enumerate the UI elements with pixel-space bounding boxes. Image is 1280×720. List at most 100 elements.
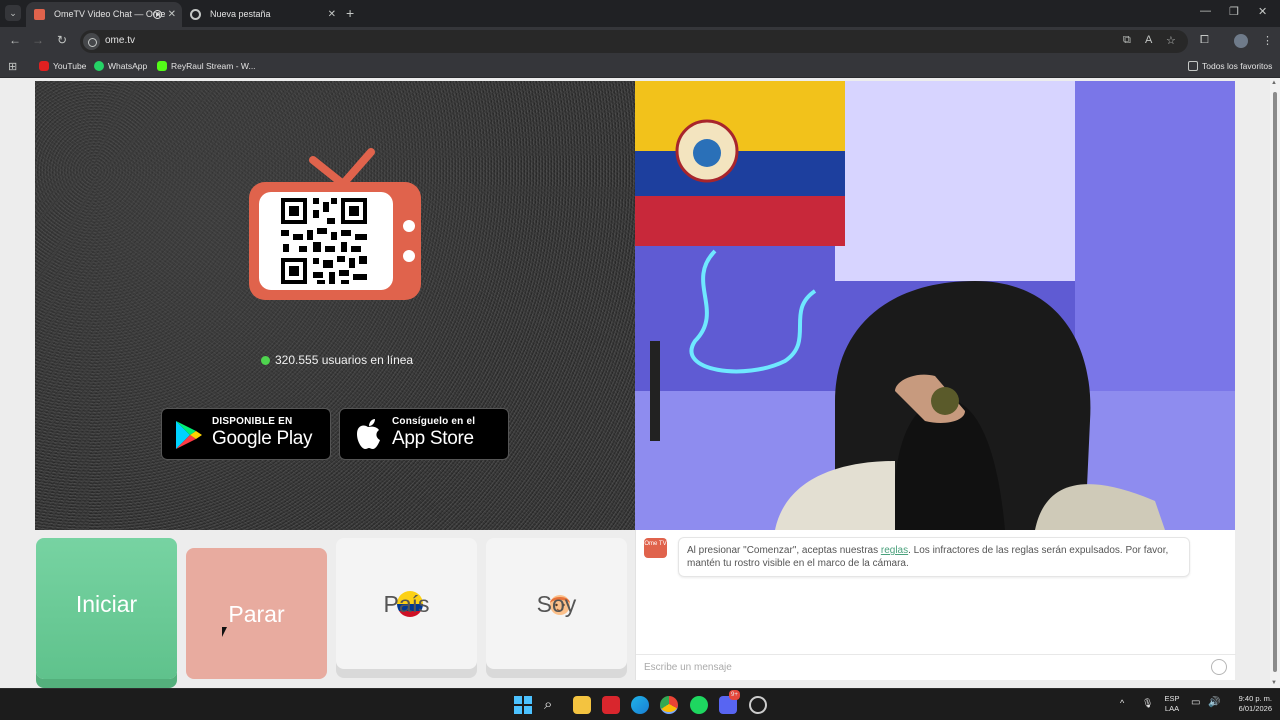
tab-search-button[interactable]: ⌄ [5,5,21,21]
tab-ometv[interactable]: OmeTV Video Chat — Ome ✕ [26,2,182,27]
clock-time: 9:40 p. m. [1238,694,1272,703]
tab-title: OmeTV Video Chat — Ome [54,9,166,19]
show-hidden-icons-icon[interactable]: ^ [1120,698,1124,708]
file-explorer-icon[interactable] [573,696,591,714]
language-indicator[interactable]: ESP LAA [1162,694,1182,714]
bookmark-youtube[interactable]: YouTube [39,61,86,71]
message-text-start: Al presionar "Comenzar", aceptas nuestra… [687,545,881,556]
country-button-content: País [336,591,477,618]
address-bar[interactable]: ome.tv [80,30,1188,53]
volume-icon[interactable]: 🔊 [1208,698,1220,708]
spotify-icon[interactable] [690,696,708,714]
country-label: País [383,591,430,617]
new-tab-button[interactable]: + [346,5,354,21]
bookmark-star-icon[interactable]: ☆ [1166,34,1176,47]
browser-toolbar: ← → ↻ ome.tv ⧉ A ☆ ⧠ ⋮ [0,27,1280,56]
camera-feed-image [635,81,1235,530]
page-content: 320.555 usuarios en línea DISPONIBLE EN … [0,78,1280,688]
message-placeholder: Escribe un mensaje [644,662,732,673]
scrollbar-thumb[interactable] [1273,92,1277,672]
google-play-small-text: DISPONIBLE EN [212,416,293,427]
scroll-down-icon[interactable]: ▼ [1271,680,1277,686]
close-tab-icon[interactable]: ✕ [168,2,176,27]
reload-icon[interactable]: ↻ [54,33,70,47]
ometv-favicon-icon [34,9,45,20]
mouse-cursor-icon [222,627,227,637]
install-app-icon[interactable]: ⧉ [1123,34,1131,47]
search-icon[interactable]: ⌕ [544,696,562,714]
chrome-favicon-icon [190,9,201,20]
bookmarks-bar: ⊞ YouTube WhatsApp ReyRaul Stream - W...… [0,56,1280,78]
bookmark-whatsapp[interactable]: WhatsApp [94,61,147,71]
country-button[interactable]: País [336,538,477,669]
online-users-count: 320.555 usuarios en línea [261,353,413,367]
whatsapp-icon [94,61,104,71]
chat-panel: Ome TV Al presionar "Comenzar", aceptas … [635,530,1236,680]
gender-button[interactable]: Soy [486,538,627,669]
tab-strip: ⌄ OmeTV Video Chat — Ome ✕ Nueva pestaña… [0,0,1280,27]
partner-video-placeholder: 320.555 usuarios en línea DISPONIBLE EN … [35,81,635,530]
discord-badge: 9+ [729,690,740,700]
menu-icon[interactable]: ⋮ [1262,34,1273,47]
bookmark-label: WhatsApp [108,61,148,71]
scroll-up-icon[interactable]: ▲ [1271,80,1277,86]
close-tab-icon[interactable]: ✕ [328,2,336,27]
google-play-button[interactable]: DISPONIBLE EN Google Play [161,408,331,460]
self-camera-video [635,81,1235,530]
tab-new[interactable]: Nueva pestaña ✕ [182,2,342,27]
folder-icon [1188,61,1198,71]
minimize-icon[interactable]: — [1200,5,1211,17]
all-bookmarks[interactable]: Todos los favoritos [1188,61,1272,71]
tab-title: Nueva pestaña [210,9,271,19]
chrome-icon[interactable] [660,696,678,714]
app-icon[interactable] [749,696,767,714]
back-icon[interactable]: ← [7,33,23,47]
url-text: ome.tv [105,35,136,46]
language-code: ESP [1164,694,1180,703]
apps-grid-icon[interactable]: ⊞ [8,60,17,73]
edge-icon[interactable] [631,696,649,714]
restore-icon[interactable]: ❐ [1229,5,1239,18]
message-input[interactable]: Escribe un mensaje [636,654,1236,680]
app-store-small-text: Consíguelo en el [392,416,476,427]
forward-icon[interactable]: → [30,33,46,47]
apple-icon [357,419,380,449]
bookmark-reyraul[interactable]: ReyRaul Stream - W... [157,61,256,71]
microphone-icon[interactable]: 🎙 [1142,698,1153,708]
clock[interactable]: 9:40 p. m. 6/01/2026 [1226,694,1272,714]
tv-qr-icon [249,148,421,300]
bookmark-label: Todos los favoritos [1202,61,1273,71]
system-message: Al presionar "Comenzar", aceptas nuestra… [678,537,1190,577]
kick-icon [157,61,167,71]
google-play-icon [176,421,202,449]
stop-label: Parar [228,601,285,627]
windows-taskbar: ⌕ 9+ ^ 🎙 ESP LAA ▭ 🔊 9:40 p. m. 6/01/202… [0,688,1280,720]
online-dot-icon [261,356,270,365]
rules-link[interactable]: reglas [881,545,908,556]
bookmark-label: YouTube [53,61,87,71]
media-app-icon[interactable] [602,696,620,714]
app-store-button[interactable]: Consíguelo en el App Store [339,408,509,460]
extensions-icon[interactable]: ⧠ [1200,34,1209,47]
clock-date: 6/01/2026 [1238,704,1272,713]
translate-icon[interactable]: A [1145,34,1152,46]
youtube-icon [39,61,49,71]
close-window-icon[interactable]: ✕ [1258,5,1267,18]
google-play-big-text: Google Play [212,428,313,449]
layout-code: LAA [1164,704,1180,713]
recording-icon [153,10,162,19]
display-icon[interactable]: ▭ [1191,698,1200,708]
stop-button[interactable]: Parar [186,548,327,679]
windows-start-icon[interactable] [514,696,532,714]
app-store-big-text: App Store [392,428,474,449]
start-button[interactable]: Iniciar [36,538,177,679]
site-info-icon[interactable] [83,33,100,50]
gender-button-content: Soy [486,591,627,618]
start-label: Iniciar [75,591,138,617]
bookmark-label: ReyRaul Stream - W... [171,61,256,71]
emoji-icon[interactable] [1211,659,1227,675]
gender-label: Soy [536,591,577,617]
ometv-logo: Ome TV [644,538,667,558]
profile-avatar[interactable] [1234,34,1248,48]
page-scrollbar[interactable]: ▲ ▼ [1270,78,1280,688]
